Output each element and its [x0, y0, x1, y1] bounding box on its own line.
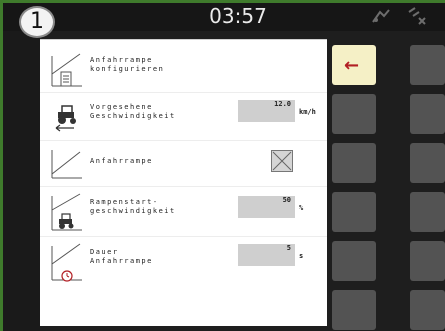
- unit-label: s: [299, 252, 304, 260]
- duration-value-field[interactable]: 5: [238, 244, 295, 266]
- field-value: 50: [282, 196, 291, 204]
- softkey-9[interactable]: [332, 241, 376, 281]
- row-label: Vorgesehene Geschwindigkeit: [90, 103, 176, 120]
- divider: [40, 140, 327, 141]
- row-ramp-toggle[interactable]: Anfahrrampe: [40, 142, 327, 184]
- gps-antenna-icon: [372, 9, 390, 23]
- field-value: 12.0: [274, 100, 291, 108]
- row-configure-ramp: Anfahrrampe konfigurieren: [40, 50, 327, 90]
- softkey-7[interactable]: [332, 192, 376, 232]
- ramp-config-icon: [51, 53, 82, 87]
- back-button[interactable]: ←: [332, 45, 376, 85]
- divider: [40, 186, 327, 187]
- softkey-12[interactable]: [410, 290, 445, 330]
- settings-panel: Anfahrrampe konfigurieren Vorgesehene Ge…: [40, 39, 327, 326]
- cross-icon: [272, 151, 292, 171]
- row-label: Dauer Anfahrrampe: [90, 248, 153, 265]
- clock-display: 03:57: [209, 4, 267, 28]
- softkey-panel: ←: [332, 39, 445, 330]
- divider: [40, 92, 327, 93]
- unit-label: km/h: [299, 108, 316, 116]
- softkey-6[interactable]: [410, 143, 445, 183]
- ramp-tractor-icon: [51, 193, 82, 231]
- ramp-icon: [51, 150, 82, 179]
- row-ramp-start-speed[interactable]: Rampenstart- geschwindigkeit 50 %: [40, 188, 327, 234]
- row-label: Rampenstart- geschwindigkeit: [90, 198, 176, 215]
- row-label: Anfahrrampe konfigurieren: [90, 56, 165, 73]
- softkey-8[interactable]: [410, 192, 445, 232]
- softkey-11[interactable]: [332, 290, 376, 330]
- speed-value-field[interactable]: 12.0: [238, 100, 295, 122]
- row-label: Anfahrrampe: [90, 157, 153, 165]
- start-speed-value-field[interactable]: 50: [238, 196, 295, 218]
- divider: [40, 236, 327, 237]
- softkey-4[interactable]: [410, 94, 445, 134]
- left-strip: [3, 31, 40, 331]
- softkey-10[interactable]: [410, 241, 445, 281]
- softkey-5[interactable]: [332, 143, 376, 183]
- row-target-speed[interactable]: Vorgesehene Geschwindigkeit 12.0 km/h: [40, 98, 327, 138]
- satellite-off-icon: [408, 7, 426, 25]
- ramp-enable-checkbox[interactable]: [271, 150, 293, 172]
- row-ramp-duration[interactable]: Dauer Anfahrrampe 5 s: [40, 238, 327, 284]
- arrow-left-icon: ←: [344, 55, 360, 76]
- softkey-2[interactable]: [410, 45, 445, 85]
- window-number-badge: 1: [19, 6, 55, 38]
- unit-label: %: [299, 204, 304, 212]
- field-value: 5: [286, 244, 291, 252]
- ramp-clock-icon: [51, 243, 82, 282]
- tractor-speed-icon: [55, 105, 76, 132]
- softkey-3[interactable]: [332, 94, 376, 134]
